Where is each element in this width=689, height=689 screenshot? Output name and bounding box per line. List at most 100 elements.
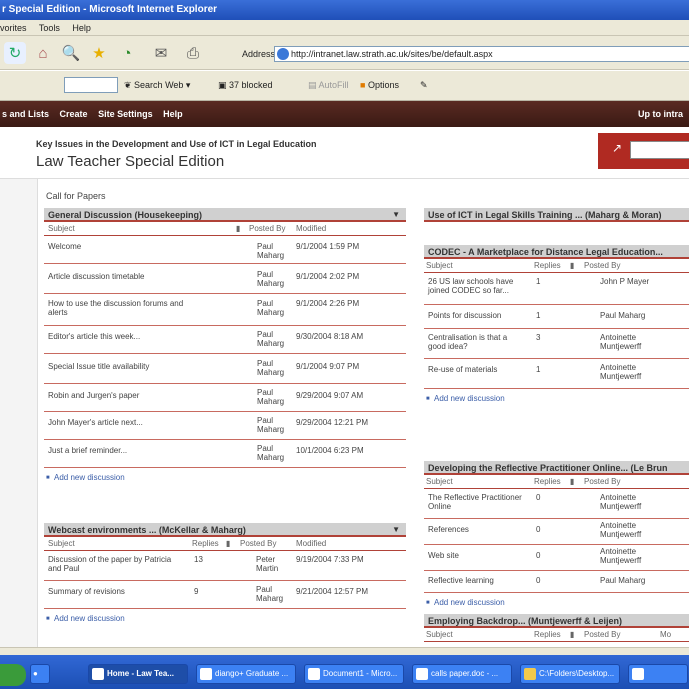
webpart-title[interactable]: CODEC - A Marketplace for Distance Legal… [424, 245, 689, 259]
table-row[interactable]: Centralisation is that a good idea? 3 An… [424, 329, 689, 359]
row-posted-by[interactable]: Paul Maharg [257, 416, 289, 434]
table-row[interactable]: Points for discussion 1 Paul Maharg [424, 305, 689, 329]
row-subject[interactable]: References [428, 525, 469, 534]
row-subject[interactable]: Editor's article this week... [48, 332, 140, 341]
row-posted-by[interactable]: Antoinette Muntjewerff [600, 547, 650, 565]
col-replies[interactable]: Replies [534, 261, 561, 270]
search-icon[interactable]: 🔍 [60, 42, 82, 64]
row-subject[interactable]: Reflective learning [428, 576, 494, 585]
col-posted-by[interactable]: Posted By [240, 539, 276, 548]
table-row[interactable]: Just a brief reminder... Paul Maharg 10/… [44, 440, 406, 468]
row-posted-by[interactable]: Paul Maharg [600, 576, 645, 585]
col-subject[interactable]: Subject [426, 630, 453, 639]
table-row[interactable]: Reflective learning 0 Paul Maharg [424, 571, 689, 593]
table-row[interactable]: References 0 Antoinette Muntjewerff [424, 519, 689, 545]
site-search-input[interactable] [630, 141, 689, 159]
row-subject[interactable]: Points for discussion [428, 311, 501, 320]
menu-tools[interactable]: Tools [39, 23, 60, 33]
table-row[interactable]: The Reflective Practitioner Online 0 Ant… [424, 489, 689, 519]
webpart-menu-icon[interactable]: ▼ [392, 208, 400, 220]
row-subject[interactable]: Welcome [48, 242, 81, 251]
taskbar-button[interactable]: diango+ Graduate ... [196, 664, 296, 684]
home-icon[interactable]: ⌂ [32, 42, 54, 64]
webpart-title[interactable]: Employing Backdrop... (Muntjewerff & Lei… [424, 614, 689, 628]
taskbar-button[interactable]: C:\Folders\Desktop... [520, 664, 620, 684]
col-posted-by[interactable]: Posted By [584, 261, 620, 270]
webpart-title[interactable]: General Discussion (Housekeeping) ▼ [44, 208, 406, 222]
col-posted-by[interactable]: Posted By [249, 224, 285, 233]
row-subject[interactable]: Re-use of materials [428, 365, 497, 374]
row-subject[interactable]: 26 US law schools have joined CODEC so f… [428, 277, 528, 295]
table-row[interactable]: Robin and Jurgen's paper Paul Maharg 9/2… [44, 384, 406, 412]
nav-create[interactable]: Create [60, 109, 88, 119]
toolbar-search-input[interactable] [64, 77, 118, 93]
row-subject[interactable]: John Mayer's article next... [48, 418, 143, 427]
row-posted-by[interactable]: Peter Martin [256, 555, 288, 573]
quicklaunch-icon[interactable]: ● [30, 664, 50, 684]
table-row[interactable]: Web site 0 Antoinette Muntjewerff [424, 545, 689, 571]
table-row[interactable]: Editor's article this week... Paul Mahar… [44, 326, 406, 354]
table-row[interactable]: Summary of revisions 9 Paul Maharg 9/21/… [44, 581, 406, 609]
col-replies[interactable]: Replies [534, 630, 561, 639]
row-posted-by[interactable]: Paul Maharg [257, 242, 289, 260]
add-new-discussion-link[interactable]: Add new discussion [44, 468, 406, 488]
col-posted-by[interactable]: Posted By [584, 630, 620, 639]
col-subject[interactable]: Subject [48, 539, 75, 548]
row-subject[interactable]: Discussion of the paper by Patricia and … [48, 555, 178, 573]
col-replies[interactable]: Replies [192, 539, 219, 548]
row-subject[interactable]: Robin and Jurgen's paper [48, 391, 139, 400]
breadcrumb[interactable]: Call for Papers [46, 191, 106, 201]
row-subject[interactable]: Special Issue title availability [48, 362, 149, 371]
add-new-discussion-link[interactable]: Add new discussion [424, 389, 689, 409]
row-posted-by[interactable]: Paul Maharg [600, 311, 645, 320]
menu-favorites[interactable]: vorites [0, 23, 27, 33]
favorites-star-icon[interactable]: ★ [88, 42, 110, 64]
table-row[interactable]: Article discussion timetable Paul Maharg… [44, 264, 406, 294]
row-posted-by[interactable]: Paul Maharg [257, 444, 289, 462]
col-subject[interactable]: Subject [48, 224, 75, 233]
row-posted-by[interactable]: Paul Maharg [257, 270, 289, 288]
pencil-icon[interactable]: ✎ [420, 80, 428, 91]
row-posted-by[interactable]: Antoinette Muntjewerff [600, 521, 650, 539]
col-posted-by[interactable]: Posted By [584, 477, 620, 486]
row-posted-by[interactable]: Paul Maharg [257, 388, 289, 406]
row-subject[interactable]: Centralisation is that a good idea? [428, 333, 524, 351]
row-subject[interactable]: Just a brief reminder... [48, 446, 127, 455]
table-row[interactable]: Welcome Paul Maharg 9/1/2004 1:59 PM [44, 236, 406, 264]
col-modified[interactable]: Mo [660, 630, 671, 639]
mail-icon[interactable]: ✉ [150, 42, 172, 64]
row-posted-by[interactable]: Paul Maharg [256, 585, 288, 603]
menu-help[interactable]: Help [72, 23, 91, 33]
row-posted-by[interactable]: Paul Maharg [257, 330, 289, 348]
taskbar-button[interactable]: Document1 - Micro... [304, 664, 404, 684]
col-replies[interactable]: Replies [534, 477, 561, 486]
row-subject[interactable]: Web site [428, 551, 459, 560]
nav-site-settings[interactable]: Site Settings [98, 109, 153, 119]
table-row[interactable]: How to use the discussion forums and ale… [44, 294, 406, 326]
col-modified[interactable]: Modified [296, 224, 326, 233]
taskbar-button[interactable] [628, 664, 688, 684]
add-new-discussion-link[interactable]: Add new discussion [424, 593, 689, 613]
col-subject[interactable]: Subject [426, 261, 453, 270]
taskbar-button[interactable]: calls paper.doc - ... [412, 664, 512, 684]
history-icon[interactable]: ◔ [116, 42, 138, 64]
autofill-button[interactable]: ▤ AutoFill [308, 80, 349, 91]
row-posted-by[interactable]: John P Mayer [600, 277, 649, 286]
refresh-icon[interactable]: ↻ [4, 42, 26, 64]
webpart-title[interactable]: Use of ICT in Legal Skills Training ... … [424, 208, 689, 222]
webpart-title[interactable]: Webcast environments ... (McKellar & Mah… [44, 523, 406, 537]
row-posted-by[interactable]: Paul Maharg [257, 359, 289, 377]
row-subject[interactable]: How to use the discussion forums and ale… [48, 299, 198, 317]
row-subject[interactable]: The Reflective Practitioner Online [428, 493, 524, 511]
print-icon[interactable]: ⎙ [182, 42, 204, 64]
row-subject[interactable]: Summary of revisions [48, 587, 125, 596]
table-row[interactable]: John Mayer's article next... Paul Maharg… [44, 412, 406, 440]
search-web-button[interactable]: ❦ Search Web ▾ [124, 80, 190, 91]
address-field[interactable]: http://intranet.law.strath.ac.uk/sites/b… [274, 46, 689, 62]
nav-help[interactable]: Help [163, 109, 183, 119]
row-posted-by[interactable]: Antoinette Muntjewerff [600, 333, 650, 351]
row-posted-by[interactable]: Paul Maharg [257, 299, 289, 317]
start-button[interactable] [0, 664, 26, 686]
col-modified[interactable]: Modified [296, 539, 326, 548]
nav-up-to-intranet[interactable]: Up to intra [638, 101, 683, 127]
